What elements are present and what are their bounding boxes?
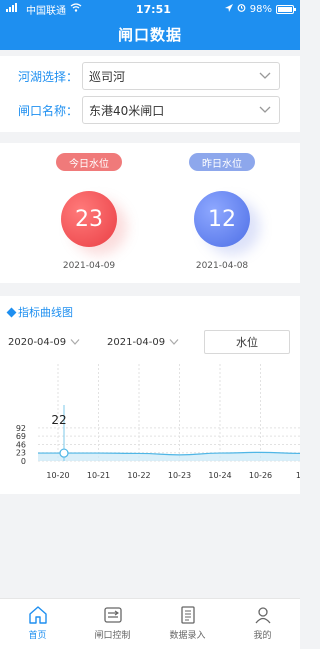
river-select-value: 巡司河	[89, 69, 126, 84]
battery-percent: 98%	[249, 3, 272, 15]
indicator-chart-panel: 指标曲线图 2020-04-09 2021-04-09 水位 0 23 46 69 92…	[0, 296, 300, 494]
x-tick-label: 10-20	[46, 471, 69, 480]
yesterday-level: 昨日水位 12 2021-04-08	[161, 143, 281, 283]
gate-select-label: 闸口名称：	[18, 103, 79, 118]
yesterday-level-date: 2021-04-08	[195, 261, 249, 271]
chevron-down-icon	[169, 339, 179, 345]
diamond-icon	[6, 307, 17, 317]
chevron-down-icon	[259, 106, 271, 113]
tab-profile[interactable]: 我的	[225, 599, 300, 649]
tab-gate-control-label: 闸口控制	[94, 631, 131, 641]
chart-section-title: 指标曲线图	[6, 304, 73, 320]
yesterday-level-label: 昨日水位	[189, 153, 255, 171]
today-level: 今日水位 23 2021-04-09	[28, 143, 148, 283]
today-level-date: 2021-04-09	[62, 261, 116, 271]
tab-data-entry-label: 数据录入	[169, 631, 206, 641]
x-tick-label: 10-24	[208, 471, 231, 480]
y-tick-label: 46	[16, 440, 26, 449]
x-tick-label: 10-22	[127, 471, 150, 480]
metric-select-value: 水位	[236, 336, 258, 349]
river-select-label: 河湖选择：	[18, 69, 79, 84]
chevron-down-icon	[70, 339, 80, 345]
nav-bar: 闸口数据	[0, 18, 300, 50]
clock: 17:51	[135, 2, 171, 16]
river-select[interactable]: 巡司河	[82, 62, 280, 90]
page-title: 闸口数据	[117, 25, 182, 44]
x-tick-label: 10-26	[249, 471, 272, 480]
gate-select-value: 东港40米闸口	[89, 103, 165, 118]
wifi-icon	[70, 3, 82, 15]
y-tick-label: 0	[21, 457, 26, 466]
chart-grid	[38, 364, 300, 462]
highlighted-point	[59, 448, 69, 458]
start-date-value: 2020-04-09	[8, 336, 67, 348]
gate-select[interactable]: 东港40米闸口	[82, 96, 280, 124]
tab-home-label: 首页	[28, 631, 47, 641]
start-date-picker[interactable]: 2020-04-09	[8, 332, 96, 352]
today-level-label: 今日水位	[56, 153, 122, 171]
y-tick-label: 69	[16, 432, 26, 441]
yesterday-level-value: 12	[194, 191, 250, 247]
gate-filter-row: 闸口名称： 东港40米闸口	[0, 96, 300, 124]
tab-profile-label: 我的	[253, 631, 272, 641]
x-axis-ticks: 10-20 10-21 10-22 10-23 10-24 10-26 10	[46, 471, 300, 480]
water-level-panel: 今日水位 23 2021-04-09 昨日水位 12 2021-04-08	[0, 143, 300, 283]
bottom-tab-bar: 首页 闸口控制 数据录入 我的	[0, 598, 300, 649]
chevron-down-icon	[259, 72, 271, 79]
x-tick-label: 10	[296, 471, 300, 480]
today-level-value: 23	[61, 191, 117, 247]
data-entry-icon	[180, 606, 195, 624]
chart-title-text: 指标曲线图	[18, 306, 73, 319]
water-level-chart[interactable]: 023466992 10-20 10-21 10-22 10-23 10-24 10-26…	[0, 360, 300, 494]
carrier-name: 中国联通	[26, 5, 66, 17]
alarm-icon	[237, 3, 246, 15]
signal-icon	[6, 3, 22, 15]
gate-control-icon	[103, 607, 122, 623]
y-tick-label: 23	[16, 449, 26, 458]
tab-data-entry[interactable]: 数据录入	[150, 599, 225, 649]
profile-icon	[254, 607, 271, 624]
metric-select[interactable]: 水位	[204, 330, 290, 354]
end-date-value: 2021-04-09	[107, 336, 166, 348]
status-bar: 中国联通 17:51 98%	[0, 0, 300, 18]
tab-home[interactable]: 首页	[0, 599, 75, 649]
tab-gate-control[interactable]: 闸口控制	[75, 599, 150, 649]
end-date-picker[interactable]: 2021-04-09	[107, 332, 195, 352]
filter-panel: 河湖选择： 巡司河 闸口名称： 东港40米闸口	[0, 56, 300, 132]
river-filter-row: 河湖选择： 巡司河	[0, 62, 300, 90]
home-icon	[28, 606, 47, 624]
y-tick-label: 92	[16, 424, 26, 433]
location-icon	[224, 3, 233, 15]
tooltip-value: 22	[51, 413, 66, 427]
x-tick-label: 10-21	[87, 471, 110, 480]
y-axis-ticks: 023466992	[16, 424, 26, 466]
x-tick-label: 10-23	[168, 471, 191, 480]
battery-icon	[276, 4, 296, 14]
